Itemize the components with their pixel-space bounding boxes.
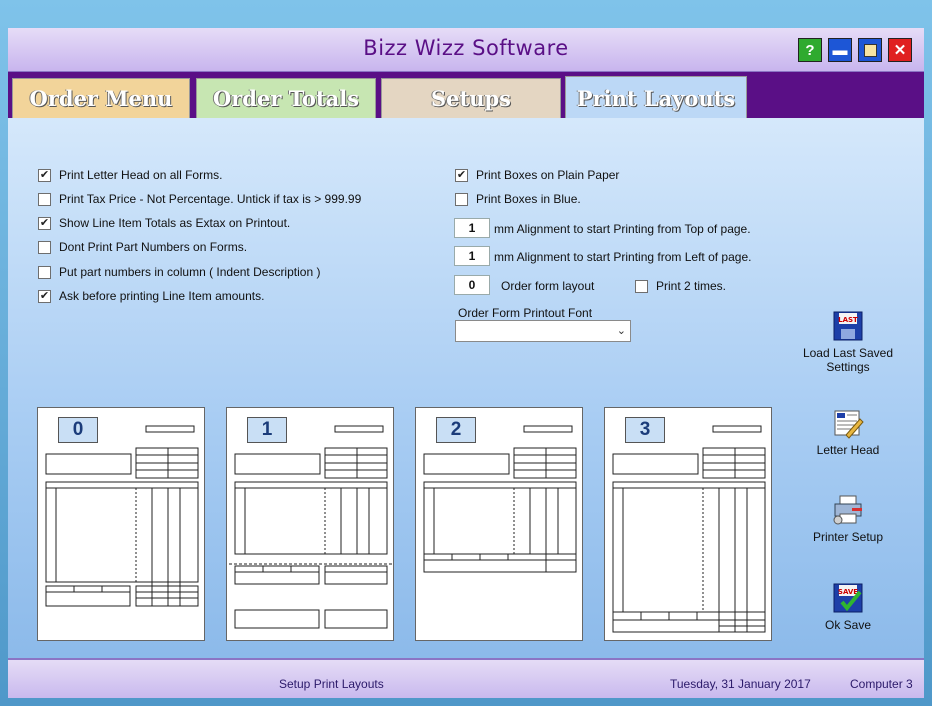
load-last-saved-button[interactable]: LAST Load Last Saved Settings [793,310,903,374]
close-button[interactable]: ✕ [888,38,912,62]
window-frame: Bizz Wizz Software ? ▬ ✕ Order Menu Orde… [0,0,932,706]
help-button[interactable]: ? [798,38,822,62]
layout-number-badge: 3 [625,417,665,443]
checkbox-print-tax-price[interactable] [38,192,51,206]
blue-boxes-option[interactable]: Print Boxes in Blue. [455,192,581,206]
tab-order-totals[interactable]: Order Totals [196,78,376,118]
checkbox-label: Print Boxes in Blue. [476,192,581,206]
print-twice-option[interactable]: Print 2 times. [635,279,726,293]
tab-order-menu[interactable]: Order Menu [12,78,190,118]
ask-before-printing-option[interactable]: ✔ Ask before printing Line Item amounts. [38,289,264,303]
print-layouts-panel: ✔ Print Letter Head on all Forms. Print … [8,118,924,658]
left-alignment-label: mm Alignment to start Printing from Left… [494,250,752,264]
layout-number-input[interactable]: 0 [454,275,490,295]
maximize-icon [863,43,877,57]
top-alignment-label: mm Alignment to start Printing from Top … [494,222,751,236]
svg-text:LAST: LAST [838,316,858,324]
checkbox-label: Print Letter Head on all Forms. [59,168,223,182]
show-line-totals-option[interactable]: ✔ Show Line Item Totals as Extax on Prin… [38,216,290,230]
left-alignment-input[interactable]: 1 [454,246,490,266]
printer-setup-label: Printer Setup [812,530,884,544]
layout-preview-3[interactable]: 3 [604,407,772,641]
checkbox-ask-before-printing[interactable]: ✔ [38,289,51,303]
checkbox-print-twice[interactable] [635,279,648,293]
dont-print-part-numbers-option[interactable]: Dont Print Part Numbers on Forms. [38,240,247,254]
layout-preview-0[interactable]: 0 [37,407,205,641]
layout-number-badge: 1 [247,417,287,443]
layout-1-drawing [229,425,393,629]
maximize-button[interactable] [858,38,882,62]
floppy-disk-save-icon: SAVE [833,583,863,613]
checkbox-part-numbers-column[interactable] [38,265,51,279]
status-bar: Setup Print Layouts Tuesday, 31 January … [8,658,924,698]
letter-head-button[interactable]: Letter Head [793,407,903,457]
status-computer: Computer 3 [850,677,913,691]
tab-setups[interactable]: Setups [381,78,561,118]
title-bar: Bizz Wizz Software ? ▬ ✕ [8,28,924,72]
checkbox-dont-print-part-numbers[interactable] [38,240,51,254]
layout-preview-2[interactable]: 2 [415,407,583,641]
letter-head-label: Letter Head [816,443,880,457]
print-tax-price-option[interactable]: Print Tax Price - Not Percentage. Untick… [38,192,361,206]
checkbox-print-letterhead[interactable]: ✔ [38,168,51,182]
app-title: Bizz Wizz Software [363,36,569,60]
checkbox-label: Ask before printing Line Item amounts. [59,289,265,303]
checkbox-label: Put part numbers in column ( Indent Desc… [59,265,321,279]
part-numbers-column-option[interactable]: Put part numbers in column ( Indent Desc… [38,265,320,279]
printer-setup-button[interactable]: Printer Setup [793,494,903,544]
chevron-down-icon: ⌄ [616,325,626,337]
load-last-saved-label: Load Last Saved Settings [802,346,894,374]
font-select[interactable]: ⌄ [455,320,631,342]
printer-setup-icon [833,495,862,525]
checkbox-blue-boxes[interactable] [455,192,468,206]
layout-number-label: Order form layout [501,279,595,293]
tab-print-layouts[interactable]: Print Layouts [565,76,747,120]
checkbox-label: Dont Print Part Numbers on Forms. [59,240,248,254]
minimize-button[interactable]: ▬ [828,38,852,62]
checkbox-label: Print Boxes on Plain Paper [476,168,620,182]
checkbox-label: Print 2 times. [656,279,727,293]
layout-number-badge: 0 [58,417,98,443]
layout-0-drawing [45,425,199,607]
layout-number-badge: 2 [436,417,476,443]
plain-paper-option[interactable]: ✔ Print Boxes on Plain Paper [455,168,619,182]
font-label: Order Form Printout Font [458,306,593,320]
checkbox-plain-paper[interactable]: ✔ [455,168,468,182]
status-section: Setup Print Layouts [279,677,384,691]
layout-2-drawing [423,425,577,573]
ok-save-label: Ok Save [824,618,872,632]
ok-save-button[interactable]: SAVE Ok Save [793,582,903,632]
status-date: Tuesday, 31 January 2017 [670,677,811,691]
checkbox-label: Print Tax Price - Not Percentage. Untick… [59,192,362,206]
layout-preview-1[interactable]: 1 [226,407,394,641]
checkbox-show-line-totals[interactable]: ✔ [38,216,51,230]
top-alignment-input[interactable]: 1 [454,218,490,238]
layout-3-drawing [612,425,766,633]
print-letterhead-option[interactable]: ✔ Print Letter Head on all Forms. [38,168,222,182]
floppy-disk-last-icon: LAST [833,311,863,341]
letterhead-pencil-icon [834,410,864,439]
checkbox-label: Show Line Item Totals as Extax on Printo… [59,216,291,230]
tab-strip: Order Menu Order Totals Setups Print Lay… [8,72,924,120]
